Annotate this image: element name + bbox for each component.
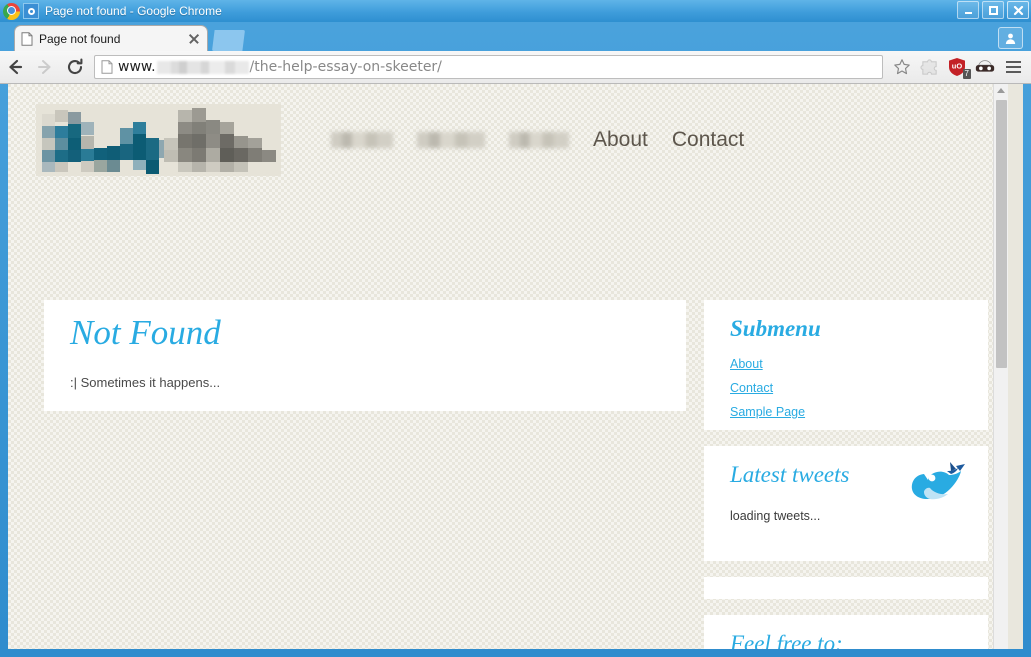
url-redacted-domain — [156, 60, 249, 74]
incognito-mask-extension-icon[interactable] — [971, 53, 999, 81]
sidebar-item-redacted-3[interactable] — [509, 131, 569, 148]
extension-badge-count: 7 — [962, 69, 971, 79]
address-bar[interactable]: www. /the-help-essay-on-skeeter/ — [94, 55, 883, 79]
submenu-link-contact[interactable]: Contact — [730, 381, 773, 395]
page-viewport: About Contact Not Found :| Sometimes it … — [8, 84, 1023, 649]
tab-title: Page not found — [39, 31, 121, 46]
sidebar-item-redacted-1[interactable] — [331, 131, 393, 148]
page-scrollbar[interactable] — [993, 84, 1008, 649]
url-text: www. /the-help-essay-on-skeeter/ — [118, 59, 442, 75]
list-item: Sample Page — [730, 403, 988, 421]
tab-strip: Page not found — [0, 22, 1031, 51]
widget-latest-tweets: Latest tweets loading tweets... — [704, 446, 988, 561]
reload-button[interactable] — [60, 52, 90, 82]
title-bar: Page not found - Google Chrome — [0, 0, 1031, 22]
puzzle-piece-extension-icon[interactable] — [915, 53, 943, 81]
window-controls — [957, 1, 1029, 19]
page-info-icon — [101, 60, 113, 74]
forward-button[interactable] — [30, 52, 60, 82]
site-logo[interactable] — [36, 103, 281, 176]
browser-toolbar: www. /the-help-essay-on-skeeter/ uO 7 — [0, 51, 1031, 84]
close-icon[interactable] — [187, 32, 201, 46]
scroll-up-icon[interactable] — [997, 88, 1005, 93]
site-header: About Contact — [36, 102, 980, 177]
close-button[interactable] — [1007, 1, 1029, 19]
hamburger-line — [1005, 71, 1021, 73]
list-item: About — [730, 355, 988, 373]
site-nav: About Contact — [331, 128, 744, 152]
submenu-link-sample-page[interactable]: Sample Page — [730, 405, 805, 419]
chrome-menu-button[interactable] — [999, 53, 1027, 81]
url-path: /the-help-essay-on-skeeter/ — [249, 59, 442, 75]
page-favicon-icon — [21, 31, 33, 46]
page-title: Not Found — [70, 313, 221, 352]
main-content: Not Found :| Sometimes it happens... — [44, 300, 686, 411]
back-button[interactable] — [0, 52, 30, 82]
maximize-button[interactable] — [982, 1, 1004, 19]
app-window-icon — [23, 3, 39, 19]
twitter-bird-icon — [911, 462, 965, 500]
chrome-logo-icon — [3, 2, 20, 20]
widget-title-feel-free: Feel free to: — [730, 631, 843, 649]
submenu-link-about[interactable]: About — [730, 357, 763, 371]
bookmark-star-icon[interactable] — [889, 55, 915, 79]
widget-submenu: Submenu About Contact Sample Page — [704, 300, 988, 430]
nav-link-contact[interactable]: Contact — [672, 128, 744, 152]
tab-page-not-found[interactable]: Page not found — [14, 25, 208, 51]
new-tab-button[interactable] — [212, 30, 245, 51]
list-item: Contact — [730, 379, 988, 397]
url-prefix: www. — [118, 59, 156, 75]
ublock-origin-extension-icon[interactable]: uO 7 — [943, 53, 971, 81]
widget-empty — [704, 577, 988, 599]
minimize-button[interactable] — [957, 1, 979, 19]
window-title: Page not found - Google Chrome — [45, 4, 222, 18]
hamburger-line — [1005, 66, 1021, 68]
submenu-link-list: About Contact Sample Page — [704, 341, 988, 421]
widget-title-submenu: Submenu — [730, 316, 821, 341]
profile-avatar-button[interactable] — [998, 27, 1023, 49]
page-body-text: :| Sometimes it happens... — [70, 374, 221, 390]
chrome-window: Page not found - Google Chrome Page not … — [0, 0, 1031, 657]
web-page: About Contact Not Found :| Sometimes it … — [8, 84, 1008, 649]
svg-text:uO: uO — [952, 62, 963, 71]
sidebar-item-redacted-2[interactable] — [417, 131, 485, 148]
widget-feel-free-to: Feel free to: Buy, bake, crochet me any … — [704, 615, 988, 649]
nav-link-about[interactable]: About — [593, 128, 648, 152]
hamburger-line — [1005, 61, 1021, 63]
scrollbar-thumb[interactable] — [996, 100, 1007, 368]
